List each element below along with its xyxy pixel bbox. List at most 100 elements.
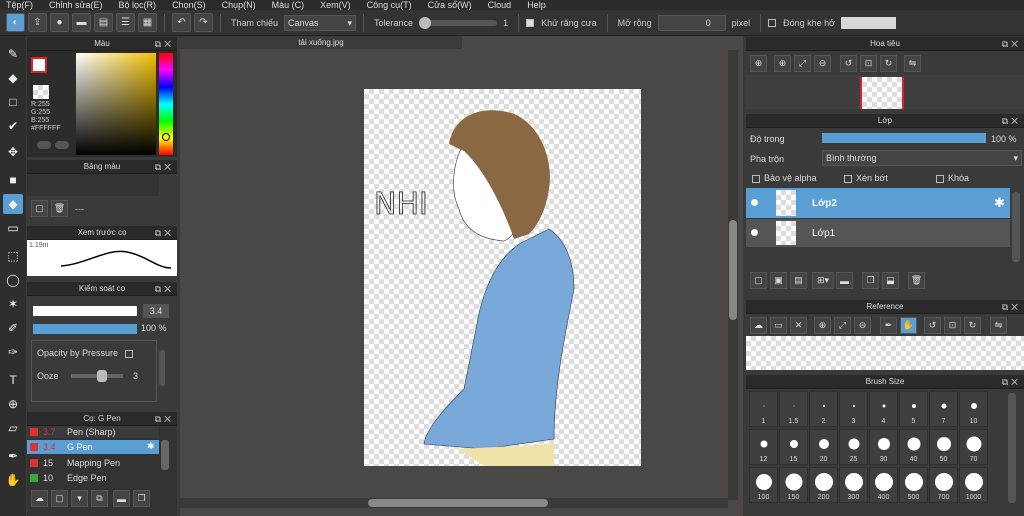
- trash-icon[interactable]: 🗑: [51, 200, 68, 217]
- panel-controls[interactable]: ⧉✕: [155, 37, 174, 51]
- brush-size-cell[interactable]: 150: [779, 467, 808, 503]
- menu-item[interactable]: Xem(V): [320, 0, 351, 10]
- panel-controls[interactable]: ⧉✕: [1002, 300, 1021, 314]
- menu-item[interactable]: Công cụ(T): [367, 0, 412, 10]
- brush-size-cell[interactable]: 2: [809, 391, 838, 427]
- select-pen-icon[interactable]: ✐: [3, 318, 23, 338]
- divide-tool-icon[interactable]: ▱: [3, 418, 23, 438]
- brush-size-cell[interactable]: 25: [839, 429, 868, 465]
- fit-icon[interactable]: ⤢: [794, 55, 811, 72]
- list-item[interactable]: 3.7 Pen (Sharp): [27, 426, 159, 438]
- cloud-icon[interactable]: ☁: [31, 490, 48, 507]
- scroll-thumb[interactable]: [729, 220, 737, 320]
- brush-size-cell[interactable]: 200: [809, 467, 838, 503]
- select-eraser-icon[interactable]: ✑: [3, 342, 23, 362]
- horizontal-scrollbar[interactable]: [180, 498, 728, 508]
- vertical-scrollbar[interactable]: [728, 50, 738, 500]
- brush-tool-icon[interactable]: ✎: [3, 44, 23, 64]
- tolerance-slider[interactable]: [419, 16, 498, 29]
- brush-size-slider[interactable]: [33, 306, 137, 316]
- menu-item[interactable]: Chụp(N): [222, 0, 256, 10]
- copy-icon[interactable]: ❐: [133, 490, 150, 507]
- tab-canvas[interactable]: tải xuống.jpg: [180, 36, 462, 49]
- menu-item[interactable]: Chỉnh sửa(E): [49, 0, 103, 10]
- panel-controls[interactable]: ⧉✕: [155, 282, 174, 296]
- check-tool-icon[interactable]: ✔: [3, 116, 23, 136]
- zoom-out-icon[interactable]: ⊖: [814, 55, 831, 72]
- list-item[interactable]: 3.4 G Pen ✱: [27, 440, 159, 454]
- hue-thumb[interactable]: [162, 133, 170, 141]
- folder-icon[interactable]: ▬: [113, 490, 130, 507]
- reset-icon[interactable]: ⊡: [860, 55, 877, 72]
- grid-icon[interactable]: ▦: [138, 13, 157, 32]
- brush-size-cell[interactable]: 5: [899, 391, 928, 427]
- brush-size-cell[interactable]: 20: [809, 429, 838, 465]
- lock-checkbox[interactable]: [936, 174, 944, 183]
- ooze-slider[interactable]: [71, 370, 123, 382]
- brush-list-scrollbar[interactable]: [161, 440, 169, 470]
- gear-icon[interactable]: ✱: [147, 441, 155, 452]
- saturation-value-picker[interactable]: [76, 53, 156, 155]
- panel-controls[interactable]: ⧉✕: [155, 412, 174, 426]
- layer-row[interactable]: Lớp2 ✱: [746, 188, 1010, 218]
- slider-thumb[interactable]: [419, 16, 432, 29]
- brush-size-cell[interactable]: 1000: [959, 467, 988, 503]
- bucket-tool-icon[interactable]: ◆: [3, 194, 23, 214]
- open-icon[interactable]: ▭: [770, 317, 787, 334]
- merge-layer-icon[interactable]: ⬓: [882, 272, 899, 289]
- brush-size-cell[interactable]: 700: [929, 467, 958, 503]
- add-brush-icon[interactable]: ▾: [71, 490, 88, 507]
- trash-icon[interactable]: 🗑: [908, 272, 925, 289]
- panel-controls[interactable]: ⧉✕: [1002, 114, 1021, 128]
- layers-scrollbar[interactable]: [1012, 192, 1020, 262]
- hand-icon[interactable]: ✋: [900, 317, 917, 334]
- scroll-thumb[interactable]: [368, 499, 548, 507]
- brush-size-cell[interactable]: 50: [929, 429, 958, 465]
- protect-alpha-row[interactable]: Bảo vệ alpha: [752, 173, 817, 183]
- list-item[interactable]: 15 Mapping Pen: [27, 456, 159, 470]
- visibility-icon[interactable]: [751, 229, 758, 236]
- zoom-out-icon[interactable]: ⊖: [854, 317, 871, 334]
- brush-size-cell[interactable]: 7: [929, 391, 958, 427]
- palette-swatches[interactable]: [27, 174, 159, 196]
- pan-select-icon[interactable]: ⊕: [3, 394, 23, 414]
- clipping-checkbox[interactable]: [844, 174, 852, 183]
- undo-icon[interactable]: ↶: [172, 13, 191, 32]
- brush-size-cell[interactable]: 12: [749, 429, 778, 465]
- blend-mode-select[interactable]: Bình thường ▾: [822, 150, 1022, 166]
- document-icon[interactable]: ▤: [94, 13, 113, 32]
- reference-image-area[interactable]: [746, 336, 1024, 370]
- text-tool-icon[interactable]: T: [3, 370, 23, 390]
- cloud-icon[interactable]: ☁: [750, 317, 767, 334]
- folder-icon[interactable]: ▬: [836, 272, 853, 289]
- reset-icon[interactable]: ⊡: [944, 317, 961, 334]
- gap-close-input[interactable]: [841, 16, 897, 29]
- brush-size-scrollbar[interactable]: [1008, 393, 1016, 503]
- rotate-left-icon[interactable]: ↺: [924, 317, 941, 334]
- magic-wand-icon[interactable]: ✶: [3, 294, 23, 314]
- brush-size-cell[interactable]: 1: [749, 391, 778, 427]
- panel-controls[interactable]: ⧉✕: [1002, 37, 1021, 51]
- rect-select-tool-icon[interactable]: □: [3, 92, 23, 112]
- duplicate-layer-icon[interactable]: ❐: [862, 272, 879, 289]
- zoom-in-icon[interactable]: ⊕: [750, 55, 767, 72]
- navigator-preview[interactable]: [746, 75, 1024, 109]
- select-rect-icon[interactable]: ⬚: [3, 246, 23, 266]
- menu-item[interactable]: Tệp(F): [6, 0, 33, 10]
- export-icon[interactable]: ⇪: [28, 13, 47, 32]
- brush-size-cell[interactable]: 15: [779, 429, 808, 465]
- clipping-row[interactable]: Xén bớt: [844, 173, 888, 183]
- new-layer-8bit-icon[interactable]: ▣: [770, 272, 787, 289]
- duplicate-icon[interactable]: ⧉: [91, 490, 108, 507]
- rotate-left-icon[interactable]: ↺: [840, 55, 857, 72]
- fit-icon[interactable]: ⤢: [834, 317, 851, 334]
- panel-controls[interactable]: ⧉✕: [155, 160, 174, 174]
- eyedropper-icon[interactable]: ✒: [3, 446, 23, 466]
- brush-opacity-slider[interactable]: [33, 324, 137, 334]
- layer-row[interactable]: Lớp1: [746, 219, 1010, 247]
- list-icon[interactable]: ☰: [116, 13, 135, 32]
- eyedropper-icon[interactable]: ✒: [880, 317, 897, 334]
- rotate-right-icon[interactable]: ↻: [964, 317, 981, 334]
- brush-size-cell[interactable]: 500: [899, 467, 928, 503]
- brush-size-cell[interactable]: 100: [749, 467, 778, 503]
